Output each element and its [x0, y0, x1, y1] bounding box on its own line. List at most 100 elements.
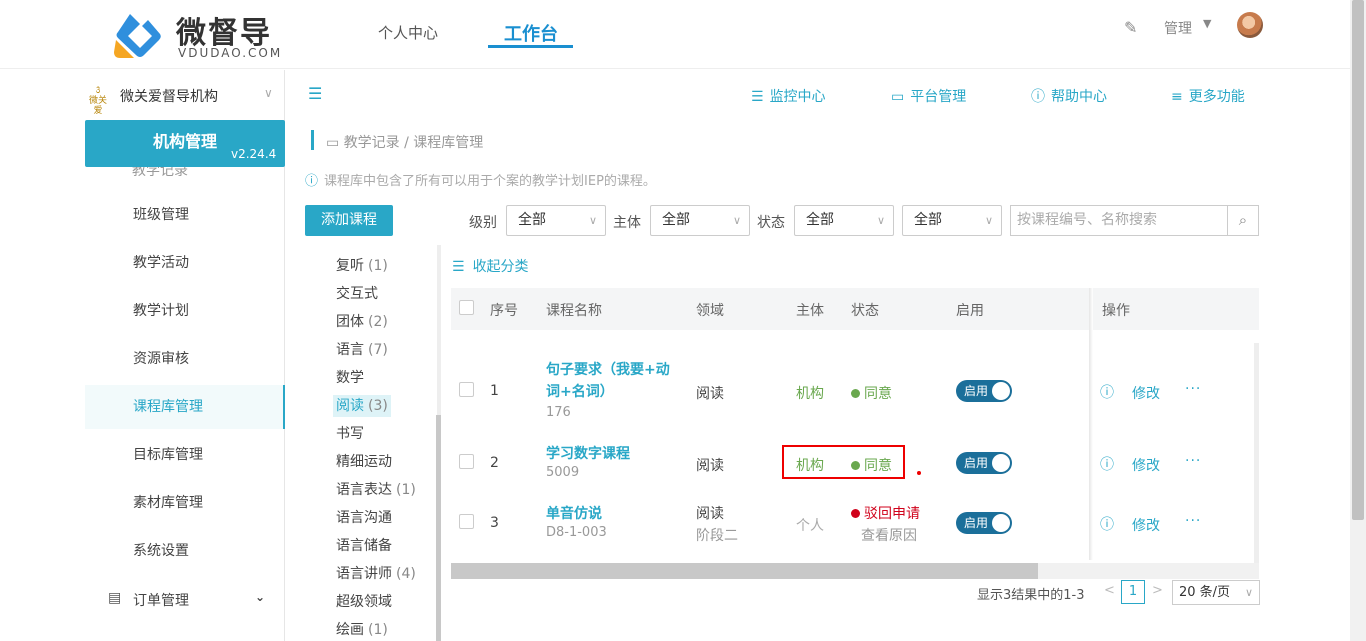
- horizontal-scrollbar-thumb[interactable]: [451, 563, 1038, 579]
- pencil-icon[interactable]: ✎: [1124, 18, 1137, 37]
- sidebar-item-plan[interactable]: 教学计划: [85, 289, 285, 333]
- category-count: (1): [368, 258, 388, 274]
- row-checkbox[interactable]: [459, 382, 474, 397]
- row-domain: 阅读: [696, 386, 724, 402]
- category-item[interactable]: 绘画 (1): [333, 619, 391, 641]
- view-reason-link[interactable]: 查看原因: [861, 525, 917, 545]
- add-course-button[interactable]: 添加课程: [305, 205, 393, 236]
- status-dot: [851, 389, 860, 398]
- chevron-down-icon: ∨: [1244, 586, 1253, 599]
- platform-manage-link[interactable]: ▭ 平台管理: [891, 86, 966, 106]
- category-name: 精细运动: [336, 454, 392, 470]
- col-no: 序号: [490, 303, 518, 319]
- info-icon[interactable]: ⓘ: [1100, 382, 1114, 402]
- sidebar-item-course-library[interactable]: 课程库管理: [85, 385, 285, 429]
- menu-collapse-icon[interactable]: ☰: [308, 84, 322, 103]
- desktop-icon: ▭: [891, 89, 905, 105]
- course-name-line2[interactable]: 词+名词）: [546, 381, 614, 403]
- logo-subtext: VDUDAO.COM: [178, 46, 283, 60]
- category-item[interactable]: 团体 (2): [333, 311, 391, 333]
- category-item[interactable]: 语言沟通: [333, 507, 395, 529]
- info-icon[interactable]: ⓘ: [1100, 514, 1114, 534]
- category-item[interactable]: 数学: [333, 367, 367, 389]
- help-center-link[interactable]: ⓘ 帮助中心: [1031, 86, 1107, 106]
- search-input[interactable]: 按课程编号、名称搜索: [1010, 205, 1228, 236]
- more-icon[interactable]: ···: [1185, 513, 1201, 529]
- edit-link[interactable]: 修改: [1132, 515, 1160, 535]
- enable-toggle[interactable]: 启用: [956, 452, 1012, 474]
- more-icon[interactable]: ···: [1185, 453, 1201, 469]
- nav-personal-center[interactable]: 个人中心: [378, 22, 438, 43]
- category-scrollbar-thumb[interactable]: [436, 415, 441, 641]
- course-code: D8-1-003: [546, 525, 607, 540]
- category-name: 绘画: [336, 622, 364, 638]
- more-features-link[interactable]: ≡ 更多功能: [1171, 86, 1245, 106]
- category-item[interactable]: 精细运动: [333, 451, 395, 473]
- caret-down-icon[interactable]: ▼: [1203, 17, 1211, 30]
- select-all-checkbox[interactable]: [459, 300, 474, 315]
- nav-workbench[interactable]: 工作台: [504, 20, 558, 46]
- chevron-down-icon[interactable]: ∨: [264, 86, 273, 100]
- row-checkbox[interactable]: [459, 454, 474, 469]
- status-select[interactable]: 全部 ∨: [794, 205, 894, 236]
- sidebar-item-orders[interactable]: 订单管理: [133, 590, 189, 610]
- category-item[interactable]: 语言表达 (1): [333, 479, 419, 501]
- sidebar-item-review[interactable]: 资源审核: [85, 337, 285, 381]
- page-number[interactable]: 1: [1121, 580, 1145, 604]
- category-item[interactable]: 语言 (7): [333, 339, 391, 361]
- edit-link[interactable]: 修改: [1132, 455, 1160, 475]
- page-size-select[interactable]: 20 条/页 ∨: [1172, 580, 1260, 605]
- category-name: 团体: [336, 314, 364, 330]
- category-item[interactable]: 交互式: [333, 283, 381, 305]
- sidebar-item-goal-library[interactable]: 目标库管理: [85, 433, 285, 477]
- sidebar-item-class[interactable]: 班级管理: [85, 193, 285, 237]
- category-item[interactable]: 语言讲师 (4): [333, 563, 419, 585]
- category-item[interactable]: 语言储备: [333, 535, 395, 557]
- user-menu-label[interactable]: 管理: [1164, 18, 1192, 38]
- col-enabled: 启用: [956, 303, 984, 319]
- highlight-dot: [917, 471, 921, 475]
- search-icon[interactable]: ⌕: [1227, 205, 1259, 236]
- row-checkbox[interactable]: [459, 514, 474, 529]
- sidebar-item-activity[interactable]: 教学活动: [85, 241, 285, 285]
- extra-select[interactable]: 全部 ∨: [902, 205, 1002, 236]
- more-icon[interactable]: ···: [1185, 381, 1201, 397]
- org-selector[interactable]: 微关爱督导机构: [120, 86, 218, 106]
- subject-select[interactable]: 全部 ∨: [650, 205, 750, 236]
- level-select[interactable]: 全部 ∨: [506, 205, 606, 236]
- chevron-down-icon: ∨: [588, 214, 597, 227]
- category-item[interactable]: 书写: [333, 423, 367, 445]
- monitor-center-link[interactable]: ☰ 监控中心: [751, 86, 826, 106]
- row-number: 2: [490, 455, 499, 471]
- course-name[interactable]: 单音仿说: [546, 503, 602, 525]
- toggle-knob: [992, 514, 1010, 532]
- prev-page-icon[interactable]: <: [1104, 583, 1115, 598]
- org-panel-header: 机构管理 v2.24.4: [85, 120, 285, 167]
- help-icon: ⓘ: [1031, 89, 1045, 105]
- enable-toggle[interactable]: 启用: [956, 380, 1012, 402]
- category-item[interactable]: 阅读 (3): [333, 395, 391, 417]
- row-domain: 阅读: [696, 458, 724, 474]
- category-name: 阅读: [336, 398, 364, 414]
- sidebar-item-material-library[interactable]: 素材库管理: [85, 481, 285, 525]
- next-page-icon[interactable]: >: [1152, 583, 1163, 598]
- toggle-label: 启用: [964, 384, 989, 398]
- col-subject: 主体: [796, 303, 824, 319]
- info-icon[interactable]: ⓘ: [1100, 454, 1114, 474]
- enable-toggle[interactable]: 启用: [956, 512, 1012, 534]
- page-scrollbar-thumb[interactable]: [1352, 0, 1364, 520]
- category-count: (1): [396, 482, 416, 498]
- category-name: 语言: [336, 342, 364, 358]
- chevron-down-icon[interactable]: ⌄: [255, 590, 265, 604]
- course-name[interactable]: 学习数字课程: [546, 443, 630, 465]
- row-status: 驳回申请: [851, 503, 920, 523]
- category-item[interactable]: 超级领域: [333, 591, 395, 613]
- sidebar-item-settings[interactable]: 系统设置: [85, 529, 285, 573]
- category-item[interactable]: 复听 (1): [333, 255, 391, 277]
- collapse-categories-button[interactable]: ☰ 收起分类: [452, 256, 529, 276]
- table-scrollbar[interactable]: [1254, 343, 1259, 563]
- course-name[interactable]: 句子要求（我要+动: [546, 359, 670, 381]
- edit-link[interactable]: 修改: [1132, 383, 1160, 403]
- avatar[interactable]: [1237, 12, 1263, 38]
- status-text: 驳回申请: [864, 506, 920, 522]
